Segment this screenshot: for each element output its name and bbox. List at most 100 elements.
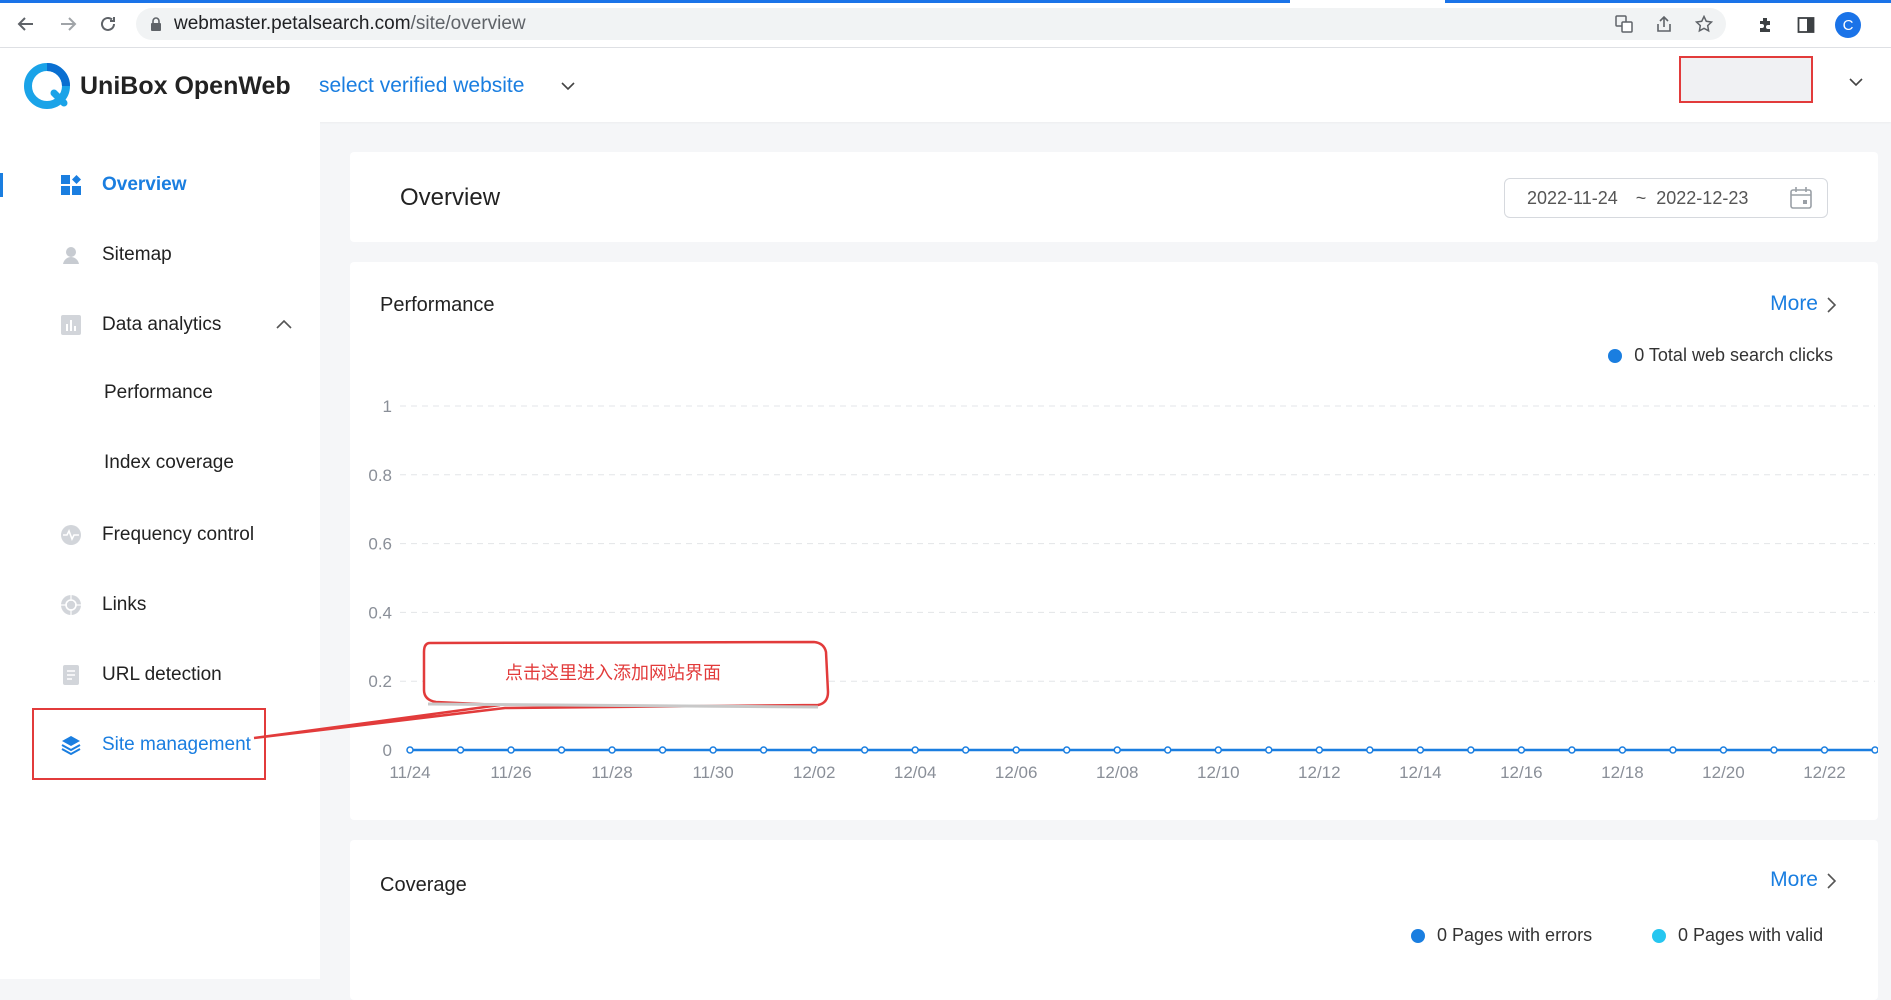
data-point[interactable] [1012,746,1020,754]
x-tick-label: 11/28 [591,763,632,782]
data-point[interactable] [1416,746,1425,754]
sidebar-item-performance[interactable]: Performance [0,373,320,413]
performance-chart: 0 0.2 0.4 0.6 0.8 1 11/24 11/26 11/28 11/30 12/02 1… [368,397,1878,782]
sidebar-item-sitemap[interactable]: Sitemap [0,235,320,275]
sidebar-item-label: Links [102,594,147,615]
reload-icon[interactable] [96,12,120,36]
x-tick-label: 12/04 [894,763,937,782]
x-tick-label: 12/06 [995,763,1038,782]
address-bar[interactable]: webmaster.petalsearch.com/site/overview [136,8,1726,40]
chevron-down-icon[interactable] [560,78,576,94]
bar-chart-icon [61,315,81,335]
x-tick-label: 11/26 [490,763,531,782]
data-point[interactable] [1568,746,1576,754]
sidebar-item-frequency-control[interactable]: Frequency control [0,515,320,555]
sidebar-item-label: Data analytics [102,314,222,335]
legend-dot [1411,928,1425,943]
data-point[interactable] [1719,746,1728,754]
date-range-picker[interactable]: 2022-11-24 ~ 2022-12-23 [1504,178,1828,218]
x-tick-label: 12/08 [1096,763,1139,782]
data-point[interactable] [658,746,667,754]
overview-card: Overview 2022-11-24 ~ 2022-12-23 [350,152,1878,242]
data-point[interactable] [1618,746,1627,754]
sidebar-item-index-coverage[interactable]: Index coverage [0,443,320,483]
star-icon[interactable] [1694,14,1714,34]
sitemap-icon [63,247,79,264]
sidebar-item-label: Performance [104,382,213,403]
pulse-icon [61,525,81,545]
data-point[interactable] [1062,746,1071,754]
extensions-icon[interactable] [1755,14,1777,36]
legend-label: 0 Pages with errors [1437,925,1593,945]
x-tick-label: 11/30 [692,763,733,782]
sidebar-item-label: URL detection [102,664,222,685]
data-point[interactable] [1164,746,1172,754]
data-point[interactable] [911,746,919,754]
sidebar-item-label: Overview [102,174,187,195]
date-end[interactable]: 2022-12-23 [1656,188,1748,209]
data-point[interactable] [1366,746,1374,754]
data-point[interactable] [810,746,818,754]
url-text: webmaster.petalsearch.com/site/overview [174,13,526,34]
chevron-up-icon[interactable] [275,316,293,334]
dashboard-icon [61,175,81,195]
data-point[interactable] [961,746,970,754]
sidebar-item-links[interactable]: Links [0,585,320,625]
sidebar-item-overview[interactable]: Overview [0,165,320,205]
chevron-down-icon[interactable] [1848,74,1864,90]
data-point[interactable] [709,746,717,754]
sidebar-item-url-detection[interactable]: URL detection [0,655,320,695]
data-point[interactable] [406,746,414,754]
coverage-card: Coverage More 0 Pages with errors 0 Page… [350,840,1878,1000]
share-icon[interactable] [1654,14,1674,34]
data-point[interactable] [759,746,768,754]
sidebar-item-label: Sitemap [102,244,172,265]
sidebar: Overview Sitemap Data analytics Performa… [0,122,320,979]
data-point[interactable] [456,746,465,754]
app-header: UniBox OpenWeb select verified website [0,48,1891,122]
x-tick-label: 12/20 [1702,763,1745,782]
data-point[interactable] [1770,746,1778,754]
data-point[interactable] [608,746,616,754]
x-tick-label: 12/14 [1399,763,1442,782]
coverage-legend-errors[interactable]: 0 Pages with errors [1411,925,1592,946]
x-tick-label: 12/22 [1803,763,1846,782]
data-point[interactable] [1871,746,1878,754]
page-title: Overview [400,184,501,211]
user-account-box[interactable] [1679,56,1813,103]
site-select[interactable]: select verified website [319,74,524,98]
calendar-icon[interactable] [1789,186,1813,210]
lock-icon [151,17,161,31]
date-separator: ~ [1635,187,1647,208]
coverage-more-link[interactable]: More [1770,868,1818,892]
x-tick-label: 11/24 [389,763,430,782]
data-point[interactable] [1113,746,1121,754]
data-point[interactable] [1669,746,1677,754]
date-start[interactable]: 2022-11-24 [1527,188,1618,209]
performance-card: Performance More 0 Total web search clic… [350,262,1878,820]
translate-icon[interactable] [1614,14,1634,34]
tab-strip-edge [1445,0,1891,3]
legend-label: 0 Pages with valid [1678,925,1824,945]
x-tick-label: 12/16 [1500,763,1543,782]
data-point[interactable] [860,746,869,754]
back-icon[interactable] [14,12,38,36]
data-point[interactable] [1265,746,1273,754]
side-panel-icon[interactable] [1795,14,1817,36]
data-point[interactable] [507,746,515,754]
profile-avatar[interactable]: C [1835,12,1861,38]
chevron-right-icon[interactable] [1824,872,1838,890]
coverage-title: Coverage [380,874,467,896]
data-point[interactable] [557,746,566,754]
x-tick-label: 12/12 [1298,763,1341,782]
data-point[interactable] [1214,746,1223,754]
data-point[interactable] [1517,746,1526,754]
forward-icon[interactable] [56,12,80,36]
sidebar-item-data-analytics[interactable]: Data analytics [0,305,320,345]
y-tick-label: 0.4 [368,603,392,622]
data-point[interactable] [1315,746,1324,754]
data-point[interactable] [1820,746,1829,754]
coverage-legend-valid[interactable]: 0 Pages with valid [1652,925,1823,946]
browser-toolbar: webmaster.petalsearch.com/site/overview … [0,0,1891,48]
data-point[interactable] [1467,746,1475,754]
